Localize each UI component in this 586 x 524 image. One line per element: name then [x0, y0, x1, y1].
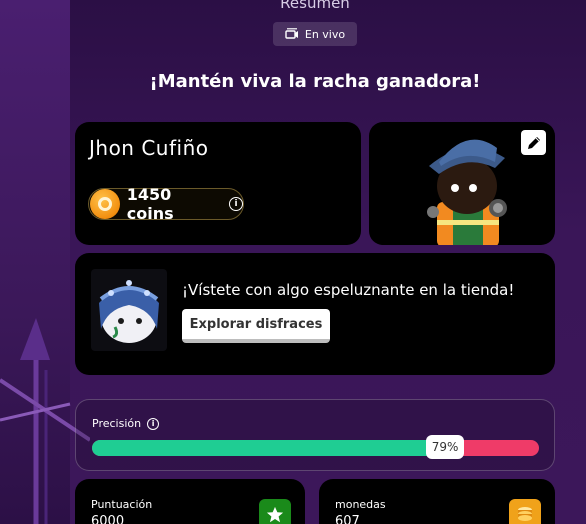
- costume-thumbnail: [91, 269, 167, 351]
- accuracy-bar-fill: [92, 440, 446, 456]
- explore-costumes-button[interactable]: Explorar disfraces: [182, 309, 330, 343]
- coins-stat-label: monedas: [335, 498, 386, 511]
- accuracy-card: Precisión i 79%: [75, 399, 555, 471]
- pencil-icon: [527, 136, 540, 149]
- coins-stack-icon: [509, 499, 541, 524]
- player-name: Jhon Cufiño: [89, 136, 209, 160]
- live-broadcast-icon: [285, 28, 298, 39]
- streak-headline: ¡Mantén viva la racha ganadora!: [149, 71, 481, 92]
- coins-balance[interactable]: 1450 coins i: [88, 185, 244, 223]
- coin-icon: [90, 189, 120, 219]
- info-icon[interactable]: i: [147, 417, 160, 430]
- avatar-character: [427, 139, 507, 245]
- info-icon[interactable]: i: [229, 197, 243, 211]
- score-label: Puntuación: [91, 498, 153, 511]
- accuracy-bar: 79%: [92, 435, 539, 459]
- score-card: Puntuación 6000: [75, 479, 305, 524]
- player-card: Jhon Cufiño 1450 coins i: [75, 122, 361, 245]
- coins-stat-card: monedas 607: [319, 479, 555, 524]
- live-label: En vivo: [304, 27, 346, 41]
- avatar-card: [369, 122, 555, 245]
- coins-amount: 1450 coins: [126, 185, 174, 223]
- accuracy-header: Precisión i: [92, 417, 160, 430]
- accuracy-percent-badge: 79%: [426, 435, 465, 459]
- page-title: Resumen: [280, 0, 350, 12]
- shop-promo-card: ¡Vístete con algo espeluznante en la tie…: [75, 253, 555, 375]
- score-value: 6000: [91, 514, 125, 524]
- shop-message: ¡Vístete con algo espeluznante en la tie…: [182, 281, 515, 299]
- edit-avatar-button[interactable]: [521, 130, 546, 155]
- accuracy-label: Precisión: [92, 417, 142, 430]
- coins-stat-value: 607: [335, 514, 360, 524]
- star-icon: [259, 499, 291, 524]
- live-badge: En vivo: [273, 22, 357, 46]
